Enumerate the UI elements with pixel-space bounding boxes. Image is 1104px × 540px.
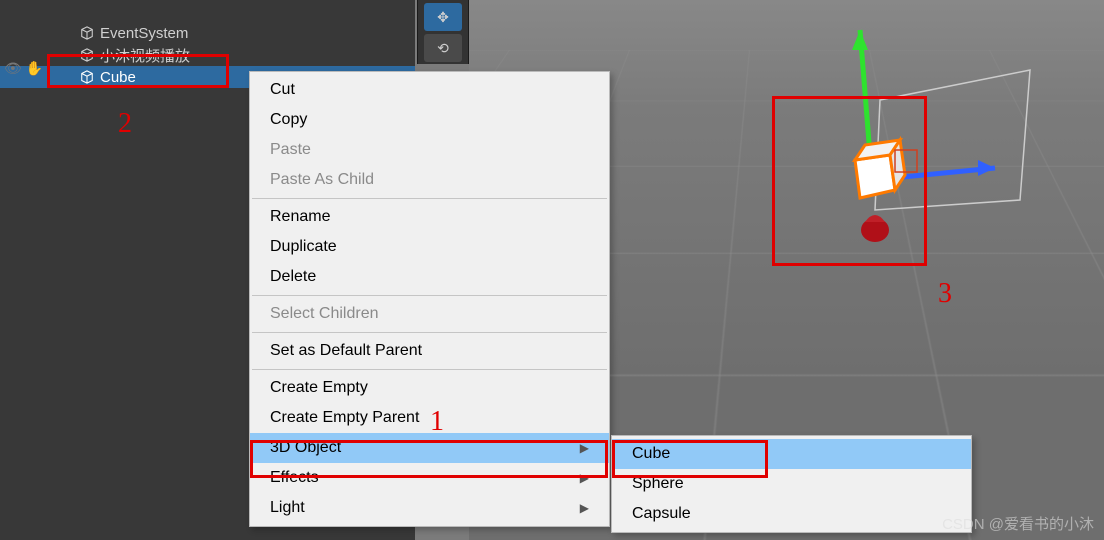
menu-copy[interactable]: Copy <box>250 105 609 135</box>
hierarchy-item-label: Cube <box>100 69 136 86</box>
cube-icon <box>80 70 94 84</box>
submenu-cube[interactable]: Cube <box>612 439 971 469</box>
menu-separator <box>252 369 607 370</box>
context-submenu: Cube Sphere Capsule <box>611 435 972 533</box>
cube-icon <box>80 48 94 62</box>
menu-light[interactable]: Light ▶ <box>250 493 609 523</box>
menu-rename[interactable]: Rename <box>250 202 609 232</box>
tool-move[interactable]: ✥ <box>424 3 462 31</box>
annotation-label-3: 3 <box>938 278 952 310</box>
watermark: CSDN @爱看书的小沐 <box>942 513 1094 534</box>
hierarchy-item-video[interactable]: 小沐视频播放 <box>0 44 415 66</box>
menu-paste-as-child: Paste As Child <box>250 165 609 195</box>
submenu-capsule[interactable]: Capsule <box>612 499 971 529</box>
menu-paste: Paste <box>250 135 609 165</box>
menu-select-children: Select Children <box>250 299 609 329</box>
scene-toolbar: ✥ ⟲ <box>417 0 469 64</box>
eye-icon[interactable]: 👁 <box>4 60 22 77</box>
annotation-label-1: 1 <box>430 406 444 438</box>
cube-icon <box>80 26 94 40</box>
hand-icon[interactable]: ✋ <box>26 60 43 77</box>
chevron-right-icon: ▶ <box>580 441 589 455</box>
hierarchy-item-label: EventSystem <box>100 25 188 42</box>
menu-duplicate[interactable]: Duplicate <box>250 232 609 262</box>
menu-create-empty[interactable]: Create Empty <box>250 373 609 403</box>
context-menu: Cut Copy Paste Paste As Child Rename Dup… <box>249 71 610 527</box>
menu-separator <box>252 295 607 296</box>
menu-effects[interactable]: Effects ▶ <box>250 463 609 493</box>
annotation-label-2: 2 <box>118 108 132 140</box>
tool-rotate[interactable]: ⟲ <box>424 34 462 62</box>
menu-cut[interactable]: Cut <box>250 75 609 105</box>
menu-delete[interactable]: Delete <box>250 262 609 292</box>
menu-separator <box>252 198 607 199</box>
menu-set-default-parent[interactable]: Set as Default Parent <box>250 336 609 366</box>
submenu-sphere[interactable]: Sphere <box>612 469 971 499</box>
hierarchy-item-label: 小沐视频播放 <box>100 45 190 66</box>
chevron-right-icon: ▶ <box>580 471 589 485</box>
chevron-right-icon: ▶ <box>580 501 589 515</box>
hierarchy-gutter: 👁 ✋ <box>0 56 50 80</box>
hierarchy-item-eventsystem[interactable]: EventSystem <box>0 22 415 44</box>
menu-separator <box>252 332 607 333</box>
